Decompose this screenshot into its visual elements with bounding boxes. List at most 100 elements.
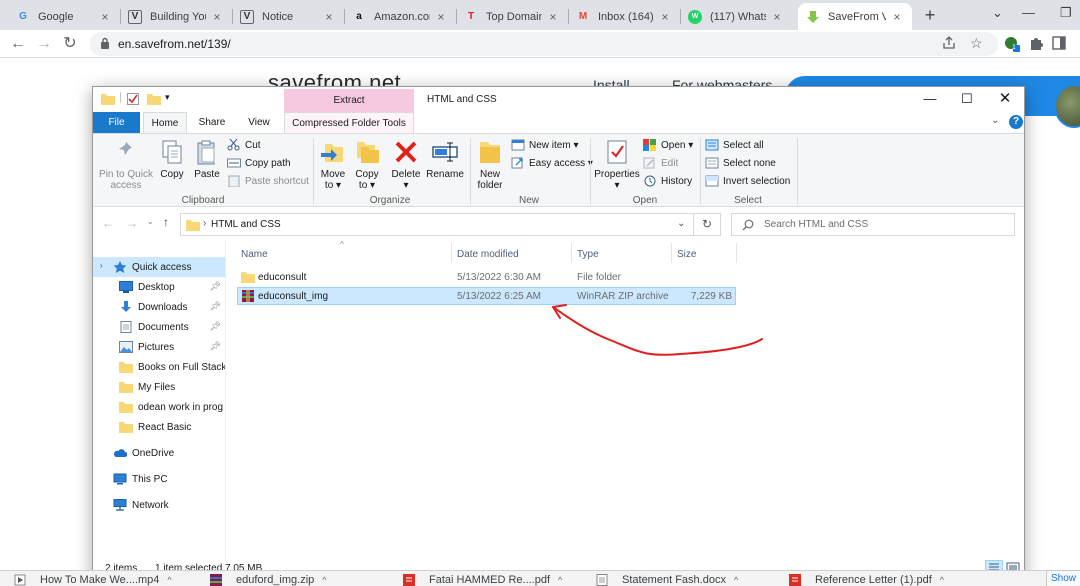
rename-button[interactable]: Rename [425, 138, 465, 180]
paste-button[interactable]: Paste [190, 138, 224, 180]
chevron-up-icon[interactable]: ^ [734, 575, 738, 585]
new-folder-button[interactable]: New folder [473, 138, 507, 191]
quick-access-dropdown-icon[interactable]: ▾ [165, 92, 170, 103]
copy-path-button[interactable]: Copy path [227, 157, 291, 169]
chevron-up-icon[interactable]: ^ [940, 575, 944, 585]
tab-top-domain[interactable]: T Top Domain × [456, 3, 568, 30]
tab-building-your[interactable]: V Building Your × [120, 3, 232, 30]
download-item-video[interactable]: How To Make We....mp4 ^ [14, 574, 172, 586]
reload-icon[interactable]: ↻ [60, 34, 80, 54]
easy-access-button[interactable]: Easy access ▾ [511, 157, 593, 169]
address-bar[interactable]: en.savefrom.net/139/ ☆ [90, 32, 998, 56]
history-button[interactable]: History [643, 175, 692, 187]
nav-onedrive[interactable]: OneDrive [93, 443, 225, 463]
nav-downloads[interactable]: Downloads 📌︎ [93, 297, 225, 317]
recent-locations-chevron-icon[interactable]: ⌄ [147, 217, 154, 226]
download-item-docx[interactable]: Statement Fash.docx ^ [596, 574, 738, 586]
tab-google[interactable]: G Google × [8, 3, 120, 30]
tab-file[interactable]: File [93, 112, 140, 133]
chevron-up-icon[interactable]: ^ [167, 575, 171, 585]
download-item-pdf-2[interactable]: Reference Letter (1).pdf ^ [789, 574, 944, 586]
column-header-type[interactable]: Type [577, 249, 599, 260]
tab-savefrom[interactable]: SaveFrom Vid × [798, 3, 912, 30]
forward-arrow-icon[interactable]: → [126, 216, 138, 230]
close-tab-icon[interactable]: × [210, 10, 224, 24]
avatar[interactable] [1054, 84, 1080, 128]
column-header-date-modified[interactable]: Date modified [457, 249, 519, 260]
cut-button[interactable]: Cut [227, 139, 261, 151]
bookmark-star-icon[interactable]: ☆ [970, 35, 983, 52]
tab-home[interactable]: Home [143, 112, 187, 134]
back-arrow-icon[interactable]: ← [8, 34, 28, 54]
back-arrow-icon[interactable]: ← [102, 216, 114, 230]
close-tab-icon[interactable]: × [546, 10, 560, 24]
new-item-button[interactable]: New item ▾ [511, 139, 579, 151]
share-icon[interactable] [942, 36, 956, 50]
select-none-button[interactable]: Select none [705, 157, 776, 169]
copy-to-button[interactable]: Copy to ▾ [351, 138, 383, 191]
invert-selection-button[interactable]: Invert selection [705, 175, 790, 187]
file-row[interactable]: educonsult 5/13/2022 6:30 AM File folder [237, 269, 736, 287]
side-panel-icon[interactable] [1052, 36, 1066, 50]
download-item-zip[interactable]: eduford_img.zip ^ [210, 574, 327, 586]
properties-check-icon[interactable] [127, 93, 139, 105]
nav-pictures[interactable]: Pictures 📌︎ [93, 337, 225, 357]
pin-to-quick-access-button[interactable]: Pin to Quick access [98, 138, 154, 191]
new-tab-button[interactable]: + [918, 3, 942, 27]
tab-share[interactable]: Share [193, 112, 231, 133]
explorer-address-bar[interactable]: › HTML and CSS ⌄ ↻ [180, 213, 721, 236]
paste-shortcut-button[interactable]: Paste shortcut [227, 175, 309, 187]
delete-button[interactable]: Delete ▾ [389, 138, 423, 191]
properties-button[interactable]: Properties ▾ [593, 138, 641, 191]
close-tab-icon[interactable]: × [322, 10, 336, 24]
close-tab-icon[interactable]: × [658, 10, 672, 24]
file-row-selected[interactable]: educonsult_img 5/13/2022 6:25 AM WinRAR … [237, 287, 736, 305]
nav-odean-work[interactable]: odean work in prog [93, 397, 225, 417]
minimize-icon[interactable]: — [920, 91, 940, 106]
column-header-name[interactable]: Name [241, 249, 268, 260]
up-arrow-icon[interactable]: ↑ [163, 215, 169, 229]
breadcrumb[interactable]: HTML and CSS [211, 219, 281, 230]
address-dropdown-icon[interactable]: ⌄ [677, 218, 685, 229]
column-header-size[interactable]: Size [677, 249, 696, 260]
edit-button[interactable]: Edit [643, 157, 678, 169]
tab-view[interactable]: View [241, 112, 277, 133]
maximize-icon[interactable]: ☐ [957, 91, 977, 107]
tab-notice[interactable]: V Notice × [232, 3, 344, 30]
chevron-up-icon[interactable]: ^ [322, 575, 326, 585]
close-icon[interactable]: ✕ [995, 89, 1015, 107]
tab-amazon[interactable]: a Amazon.com × [344, 3, 456, 30]
tab-whatsapp[interactable]: W (117) WhatsA × [680, 3, 792, 30]
forward-arrow-icon[interactable]: → [34, 34, 54, 54]
expand-chevron-icon[interactable]: › [100, 261, 103, 270]
minimize-icon[interactable]: — [1022, 5, 1035, 20]
chevron-down-icon[interactable]: ⌄ [992, 5, 1003, 21]
explorer-search-box[interactable]: Search HTML and CSS [731, 213, 1015, 236]
refresh-icon[interactable]: ↻ [702, 217, 712, 231]
new-folder-icon[interactable] [147, 93, 161, 105]
select-all-button[interactable]: Select all [705, 139, 764, 151]
close-tab-icon[interactable]: × [770, 10, 784, 24]
nav-this-pc[interactable]: This PC [93, 469, 225, 489]
nav-books-on-full-stack[interactable]: Books on Full Stack [93, 357, 225, 377]
open-button[interactable]: Open ▾ [643, 139, 693, 151]
nav-network[interactable]: Network [93, 495, 225, 515]
help-icon[interactable]: ? [1009, 115, 1023, 129]
breadcrumb-chevron-icon[interactable]: › [203, 218, 206, 229]
move-to-button[interactable]: Move to ▾ [317, 138, 349, 191]
tab-compressed-folder-tools[interactable]: Compressed Folder Tools [284, 112, 414, 133]
chevron-up-icon[interactable]: ^ [558, 575, 562, 585]
extensions-puzzle-icon[interactable] [1029, 36, 1043, 50]
close-tab-icon[interactable]: × [890, 10, 904, 24]
nav-documents[interactable]: Documents 📌︎ [93, 317, 225, 337]
restore-icon[interactable]: ❐ [1060, 5, 1072, 21]
close-tab-icon[interactable]: × [98, 10, 112, 24]
ribbon-collapse-icon[interactable]: ⌄ [991, 115, 999, 126]
tab-inbox[interactable]: M Inbox (164) - × [568, 3, 680, 30]
nav-react-basic[interactable]: React Basic [93, 417, 225, 437]
download-item-pdf[interactable]: Fatai HAMMED Re....pdf ^ [403, 574, 562, 586]
show-all-button[interactable]: Show [1046, 570, 1080, 586]
copy-button[interactable]: Copy [155, 138, 189, 180]
nav-quick-access[interactable]: › Quick access [93, 257, 225, 277]
nav-my-files[interactable]: My Files [93, 377, 225, 397]
